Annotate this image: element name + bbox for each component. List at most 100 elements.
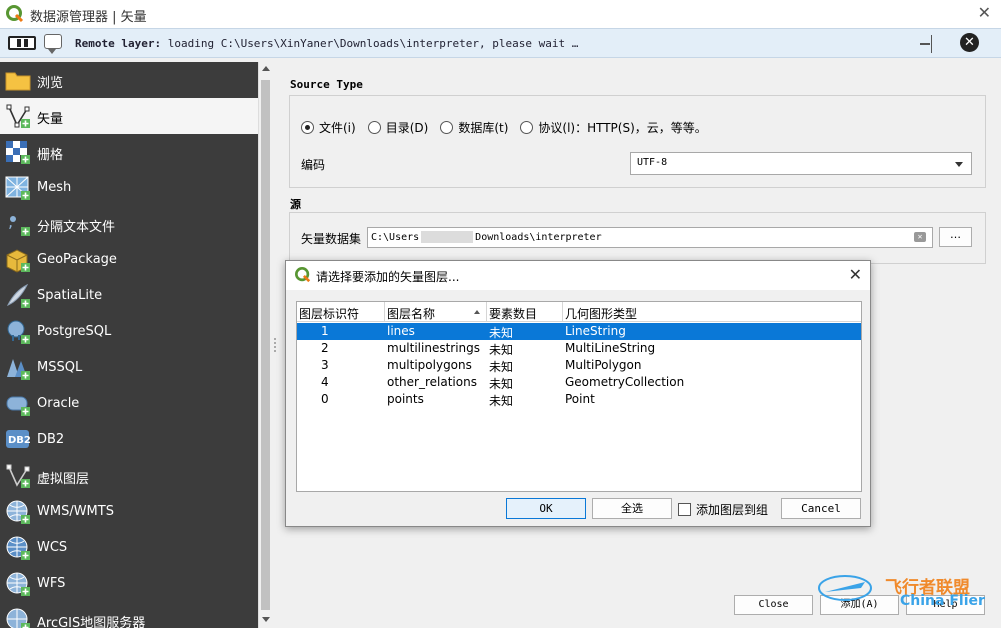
- source-sidebar: 浏览 矢量 栅格 Mesh , 分隔文本文件 GeoPackage Spatia…: [0, 62, 258, 628]
- column-header-geometry[interactable]: 几何图形类型: [563, 302, 861, 322]
- folder-icon: [5, 72, 31, 91]
- pause-icon[interactable]: [8, 36, 36, 50]
- airplane-logo-icon: [818, 575, 872, 601]
- browse-button[interactable]: …: [939, 227, 972, 247]
- sidebar-scrollbar[interactable]: [258, 62, 272, 628]
- source-type-title: Source Type: [290, 78, 363, 91]
- sort-ascending-icon: [474, 310, 480, 314]
- sidebar-item-virtual-layer[interactable]: 虚拟图层: [0, 458, 258, 494]
- qgis-logo-icon: [6, 5, 24, 23]
- svg-text:DB2: DB2: [8, 435, 31, 446]
- watermark: 飞行者联盟 China Flier: [815, 563, 1001, 613]
- source-type-radios: 文件(i) 目录(D) 数据库(t) 协议(l)：HTTP(S)，云，等等。: [301, 119, 719, 136]
- select-all-button[interactable]: 全选: [592, 498, 672, 519]
- message-bubble-icon: [44, 34, 62, 54]
- dialog-titlebar: 请选择要添加的矢量图层... ✕: [286, 261, 870, 290]
- radio-protocol-indicator[interactable]: [520, 121, 534, 134]
- scroll-up-icon[interactable]: [262, 66, 270, 71]
- column-header-count[interactable]: 要素数目: [487, 302, 563, 322]
- column-header-id[interactable]: 图层标识符: [297, 302, 385, 322]
- dialog-title: 请选择要添加的矢量图层...: [316, 270, 460, 284]
- add-to-group-checkbox[interactable]: 添加图层到组: [678, 501, 768, 518]
- arcgis-icon: [6, 608, 30, 628]
- sidebar-item-db2[interactable]: DB2 DB2: [0, 422, 258, 458]
- table-row[interactable]: 2 multilinestrings 未知 MultiLineString: [297, 340, 861, 357]
- delimited-text-icon: ,: [8, 212, 30, 236]
- vector-dataset-input[interactable]: C:\Users Downloads\interpreter ✕: [367, 227, 933, 248]
- table-row[interactable]: 0 points 未知 Point: [297, 391, 861, 408]
- scroll-down-icon[interactable]: [262, 617, 270, 622]
- radio-directory-indicator[interactable]: [367, 121, 381, 134]
- path-prefix: C:\Users: [371, 232, 420, 243]
- chevron-down-icon: [955, 162, 963, 167]
- window-title: 数据源管理器 | 矢量: [30, 10, 147, 25]
- message-close-icon[interactable]: ✕: [960, 33, 979, 52]
- window-close-icon[interactable]: ✕: [978, 3, 991, 22]
- sidebar-item-wms[interactable]: WMS/WMTS: [0, 494, 258, 530]
- sidebar-item-wcs[interactable]: WCS: [0, 530, 258, 566]
- sidebar-item-spatialite[interactable]: SpatiaLite: [0, 278, 258, 314]
- watermark-sub: China Flier: [900, 593, 985, 609]
- postgresql-icon: [7, 320, 30, 344]
- dialog-close-icon[interactable]: ✕: [849, 265, 862, 284]
- sidebar-item-postgresql[interactable]: PostgreSQL: [0, 314, 258, 350]
- sidebar-item-browse[interactable]: 浏览: [0, 62, 258, 98]
- message-text: Remote layer: loading C:\Users\XinYaner\…: [75, 37, 578, 50]
- sidebar-item-vector[interactable]: 矢量: [0, 98, 258, 134]
- radio-directory[interactable]: 目录(D): [367, 119, 428, 136]
- radio-file-indicator[interactable]: [301, 121, 314, 134]
- source-title: 源: [290, 198, 301, 211]
- sidebar-item-wfs[interactable]: WFS: [0, 566, 258, 602]
- mesh-icon: [5, 176, 30, 200]
- wms-icon: [6, 500, 30, 524]
- radio-database-indicator[interactable]: [440, 121, 454, 134]
- table-row[interactable]: 1 lines 未知 LineString: [297, 323, 861, 340]
- clear-icon[interactable]: ✕: [914, 232, 926, 242]
- radio-protocol[interactable]: 协议(l)：HTTP(S)，云，等等。: [520, 119, 707, 136]
- sidebar-item-raster[interactable]: 栅格: [0, 134, 258, 170]
- wfs-icon: [6, 572, 30, 596]
- oracle-icon: [6, 396, 30, 416]
- window-titlebar: 数据源管理器 | 矢量 ✕: [0, 0, 1001, 28]
- encoding-select[interactable]: UTF-8: [630, 152, 972, 175]
- geopackage-icon: [6, 249, 30, 273]
- sidebar-item-oracle[interactable]: Oracle: [0, 386, 258, 422]
- radio-database[interactable]: 数据库(t): [440, 119, 508, 136]
- panel-splitter[interactable]: [274, 338, 276, 352]
- sidebar-item-mssql[interactable]: MSSQL: [0, 350, 258, 386]
- qgis-logo-icon: [295, 267, 311, 283]
- raster-icon: [6, 141, 30, 164]
- path-suffix: Downloads\interpreter: [475, 232, 602, 243]
- vector-icon: [6, 104, 30, 128]
- cancel-button[interactable]: Cancel: [781, 498, 861, 519]
- table-header: 图层标识符 图层名称 要素数目 几何图形类型: [297, 302, 861, 322]
- message-title: Remote layer:: [75, 37, 162, 50]
- message-bar: Remote layer: loading C:\Users\XinYaner\…: [0, 28, 1001, 58]
- wcs-icon: [6, 536, 30, 560]
- close-button[interactable]: Close: [734, 595, 813, 615]
- vector-dataset-label: 矢量数据集: [301, 232, 362, 246]
- add-to-group-label: 添加图层到组: [696, 503, 769, 517]
- table-row[interactable]: 3 multipolygons 未知 MultiPolygon: [297, 357, 861, 374]
- mssql-icon: [7, 359, 30, 380]
- spatialite-icon: [6, 283, 30, 308]
- encoding-label: 编码: [301, 158, 326, 172]
- scroll-thumb[interactable]: [261, 80, 270, 610]
- radio-file[interactable]: 文件(i): [301, 119, 356, 136]
- redacted-block: [421, 231, 474, 243]
- column-header-name[interactable]: 图层名称: [385, 302, 487, 322]
- message-layout-icon[interactable]: [918, 35, 932, 53]
- message-body: loading C:\Users\XinYaner\Downloads\inte…: [167, 37, 579, 50]
- layers-table[interactable]: 图层标识符 图层名称 要素数目 几何图形类型 1 lines 未知 LineSt…: [296, 301, 862, 492]
- db2-icon: DB2: [6, 430, 31, 448]
- sidebar-item-mesh[interactable]: Mesh: [0, 170, 258, 206]
- sidebar-item-geopackage[interactable]: GeoPackage: [0, 242, 258, 278]
- encoding-value: UTF-8: [637, 157, 668, 168]
- add-to-group-checkbox-box[interactable]: [678, 503, 691, 516]
- select-layers-dialog: 请选择要添加的矢量图层... ✕ 图层标识符 图层名称 要素数目 几何图形类型 …: [285, 260, 871, 527]
- virtual-layer-icon: [6, 464, 30, 488]
- table-row[interactable]: 4 other_relations 未知 GeometryCollection: [297, 374, 861, 391]
- sidebar-item-arcgis[interactable]: ArcGIS地图服务器: [0, 602, 258, 628]
- ok-button[interactable]: OK: [506, 498, 586, 519]
- sidebar-item-delimited-text[interactable]: , 分隔文本文件: [0, 206, 258, 242]
